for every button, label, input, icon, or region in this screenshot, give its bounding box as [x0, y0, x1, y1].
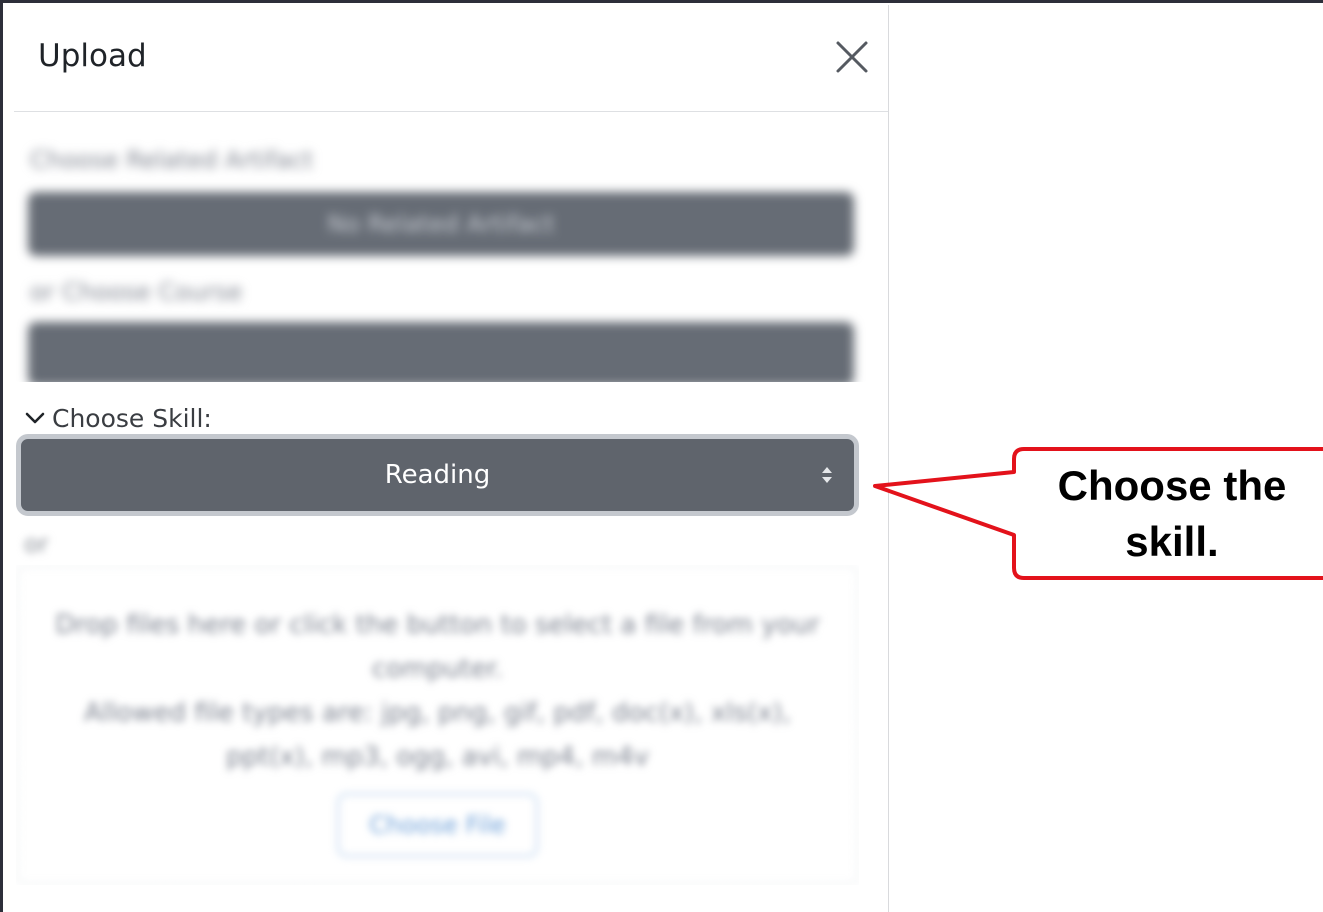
panel-header: Upload [14, 5, 888, 112]
skill-select[interactable]: Reading [16, 434, 859, 516]
skill-select-value: Reading [384, 460, 491, 490]
dropzone-text-4: ppt(x), mp3, ogg, avi, mp4, m4v [226, 742, 649, 772]
close-button[interactable] [834, 39, 870, 75]
dropzone-text-3: Allowed file types are: jpg, png, gif, p… [84, 698, 791, 728]
choose-file-button[interactable]: Choose File [337, 793, 538, 857]
callout-line-1: Choose the [1057, 462, 1287, 509]
related-artifact-select[interactable]: No Related Artifact [28, 192, 854, 256]
dropzone-content: Drop files here or click the button to s… [16, 565, 859, 885]
dropzone-text-2: computer. [371, 654, 504, 684]
skill-label: Choose Skill: [52, 403, 212, 433]
skill-label-row[interactable]: Choose Skill: [24, 402, 212, 434]
blurred-content: Choose Related Artifact No Related Artif… [16, 110, 866, 382]
callout-line-2: skill. [1125, 518, 1219, 565]
related-artifact-label: Choose Related Artifact [30, 146, 314, 174]
select-arrows-icon [822, 467, 832, 483]
chevron-down-icon [25, 412, 45, 424]
file-dropzone[interactable]: Drop files here or click the button to s… [16, 565, 859, 885]
course-label: or Choose Course [30, 278, 243, 306]
panel-title: Upload [38, 38, 147, 74]
or-label: or [24, 530, 49, 558]
blurred-upper-form: Choose Related Artifact No Related Artif… [16, 110, 866, 382]
dropzone-text-1: Drop files here or click the button to s… [55, 610, 820, 640]
callout-text: Choose the skill. [1020, 458, 1323, 570]
course-select[interactable] [28, 322, 854, 382]
close-icon [836, 41, 868, 73]
